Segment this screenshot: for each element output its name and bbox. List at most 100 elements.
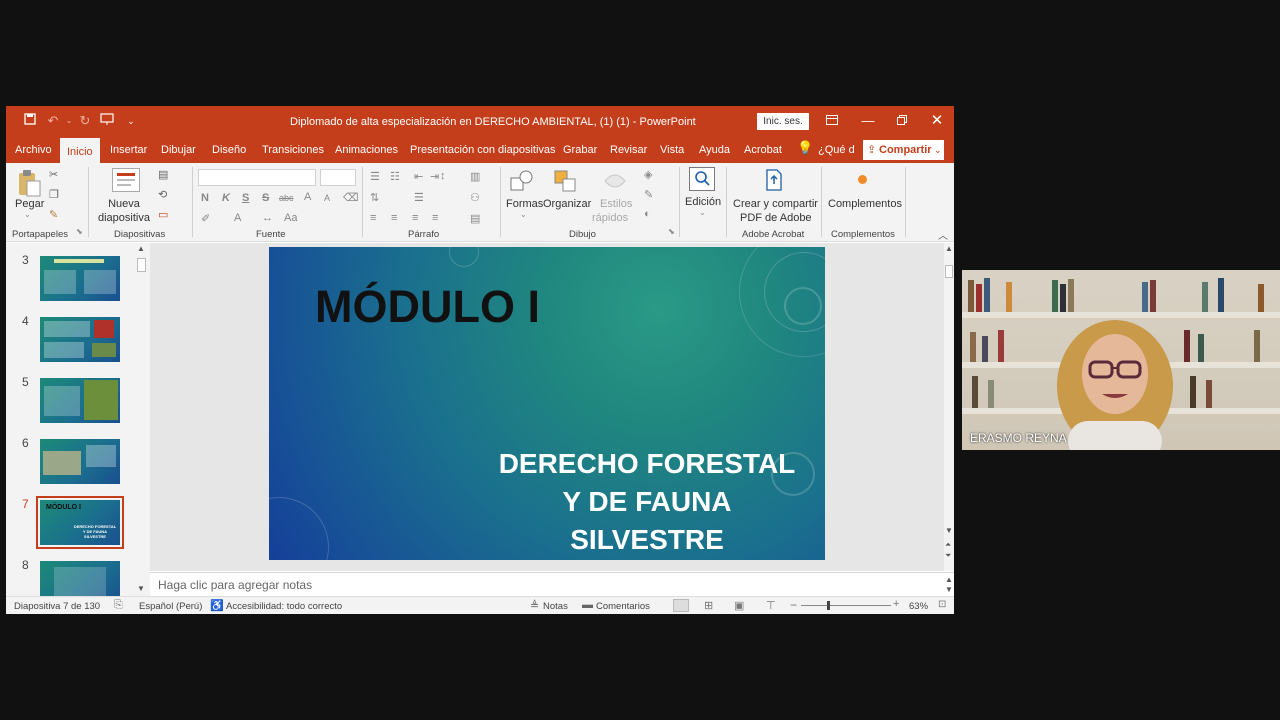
bullets-icon[interactable]: ☰ [370,170,380,183]
quick-styles-icon[interactable] [602,169,628,193]
notes-button[interactable]: Notas [543,601,568,612]
sign-in-button[interactable]: Inic. ses. [757,113,809,130]
tab-dibujar[interactable]: Dibujar [161,142,196,160]
share-button[interactable]: ⇪ Compartir ⌄ [863,140,944,160]
thumbnails-scrollbar[interactable]: ▲ ▼ [136,243,148,596]
tab-revisar[interactable]: Revisar [610,142,647,160]
notes-scroll-up-icon[interactable]: ▲ [945,575,953,584]
new-slide-label-1[interactable]: Nueva [96,198,152,210]
slide-subtitle[interactable]: DERECHO FORESTAL Y DE FAUNA SILVESTRE [477,445,817,559]
scroll-up-icon[interactable]: ▲ [137,244,145,253]
tab-vista[interactable]: Vista [660,142,684,160]
previous-slide-icon[interactable]: ⏶ [945,540,951,550]
normal-view-icon[interactable] [673,599,689,612]
collapse-ribbon-icon[interactable]: ︿ [938,227,948,242]
clear-format-icon[interactable]: ⌫ [343,191,359,204]
current-slide[interactable]: MÓDULO I DERECHO FORESTAL Y DE FAUNA SIL… [269,247,825,560]
font-color-button[interactable]: A [234,212,241,224]
font-size-field[interactable] [320,169,356,186]
cut-icon[interactable]: ✂ [49,168,58,181]
change-case-button[interactable]: Aa [284,212,297,224]
minimize-icon[interactable]: — [853,110,883,132]
shapes-button[interactable]: Formas [506,198,543,210]
reset-icon[interactable]: ⟲ [158,188,167,201]
adobe-label-1[interactable]: Crear y compartir [733,198,818,210]
paste-dropdown-icon[interactable]: ⌄ [24,210,31,219]
new-slide-label-2[interactable]: diapositiva [92,212,156,224]
char-spacing-icon[interactable]: ↔ [262,212,273,224]
slide-thumbnail-3[interactable] [40,256,120,301]
italic-button[interactable]: K [222,192,230,204]
underline-button[interactable]: S [242,192,249,204]
shapes-icon[interactable] [509,169,535,193]
copy-icon[interactable]: ❐ [49,188,59,201]
scroll-down-icon[interactable]: ▼ [945,526,953,535]
slide-title[interactable]: MÓDULO I [315,281,540,333]
comments-button[interactable]: Comentarios [596,601,650,612]
slideshow-icon[interactable]: ⊤ [766,599,776,612]
scroll-up-icon[interactable]: ▲ [945,244,953,253]
paragraph-options-icon[interactable]: ▤ [470,212,480,225]
quick-styles-label-2[interactable]: rápidos [592,212,628,224]
justify-icon[interactable]: ≡ [432,212,438,224]
zoom-slider[interactable] [801,605,891,606]
customize-qat-icon[interactable]: ⌄ [122,112,140,130]
next-slide-icon[interactable]: ⏷ [945,551,951,561]
tab-ayuda[interactable]: Ayuda [699,142,730,160]
align-center-icon[interactable]: ≡ [391,212,397,224]
highlight-icon[interactable]: ✐ [201,212,210,225]
tell-me-search[interactable]: ¿Qué d [818,142,855,160]
slide-sorter-icon[interactable]: ⊞ [704,599,713,612]
zoom-in-icon[interactable]: + [893,598,899,610]
language-status[interactable]: Español (Perú) [139,601,202,612]
slide-thumbnail-6[interactable] [40,439,120,484]
arrange-icon[interactable] [553,169,579,193]
accessibility-icon[interactable]: ♿ [210,599,224,612]
text-direction-icon[interactable]: ⇅ [370,191,379,204]
font-name-field[interactable] [198,169,316,186]
lightbulb-icon[interactable]: 💡 [797,140,813,158]
decrease-indent-icon[interactable]: ⇤ [414,170,423,183]
close-icon[interactable]: ✕ [922,110,952,132]
quick-styles-label-1[interactable]: Estilos [600,198,632,210]
shape-outline-icon[interactable]: ✎ [644,188,653,201]
grow-font-button[interactable]: A [304,191,311,203]
line-spacing-icon[interactable]: ↕ [440,170,446,182]
scroll-thumb[interactable] [137,258,146,272]
tab-transiciones[interactable]: Transiciones [262,142,324,160]
tab-diseno[interactable]: Diseño [212,142,246,160]
smartart-icon[interactable]: ⚇ [470,191,480,204]
scroll-down-icon[interactable]: ▼ [137,584,145,593]
editing-dropdown-icon[interactable]: ⌄ [699,208,706,217]
notes-icon[interactable]: ≜ [530,599,539,612]
spellcheck-icon[interactable]: ⎘ [114,599,123,612]
editing-button[interactable]: Edición [685,196,721,208]
present-icon[interactable] [98,112,116,130]
scroll-thumb[interactable] [945,265,953,278]
tab-grabar[interactable]: Grabar [563,142,597,160]
paste-button[interactable]: Pegar [15,198,44,210]
shapes-dropdown-icon[interactable]: ⌄ [520,210,527,219]
save-icon[interactable] [21,112,39,130]
tab-archivo[interactable]: Archivo [15,142,52,160]
adobe-pdf-icon[interactable] [764,168,784,192]
zoom-level[interactable]: 63% [909,601,928,612]
align-text-icon[interactable]: ☰ [414,191,424,204]
restore-icon[interactable] [887,110,917,132]
layout-icon[interactable]: ▤ [158,168,168,181]
paste-icon[interactable] [16,168,42,198]
notes-placeholder[interactable]: Haga clic para agregar notas [158,578,312,592]
slide-thumbnail-4[interactable] [40,317,120,362]
new-slide-icon[interactable] [112,168,140,192]
zoom-slider-thumb[interactable] [827,601,830,610]
shrink-font-button[interactable]: A [324,193,330,203]
shadow-button[interactable]: S [262,192,269,204]
tab-animaciones[interactable]: Animaciones [335,142,398,160]
shape-fill-icon[interactable]: ◈ [644,168,652,181]
addins-icon[interactable] [858,175,867,184]
zoom-out-icon[interactable]: − [790,598,797,612]
search-icon[interactable] [689,167,715,191]
tab-presentacion[interactable]: Presentación con diapositivas [410,142,556,160]
numbering-icon[interactable]: ☷ [390,170,400,183]
fit-slide-icon[interactable]: ⊡ [938,599,946,610]
